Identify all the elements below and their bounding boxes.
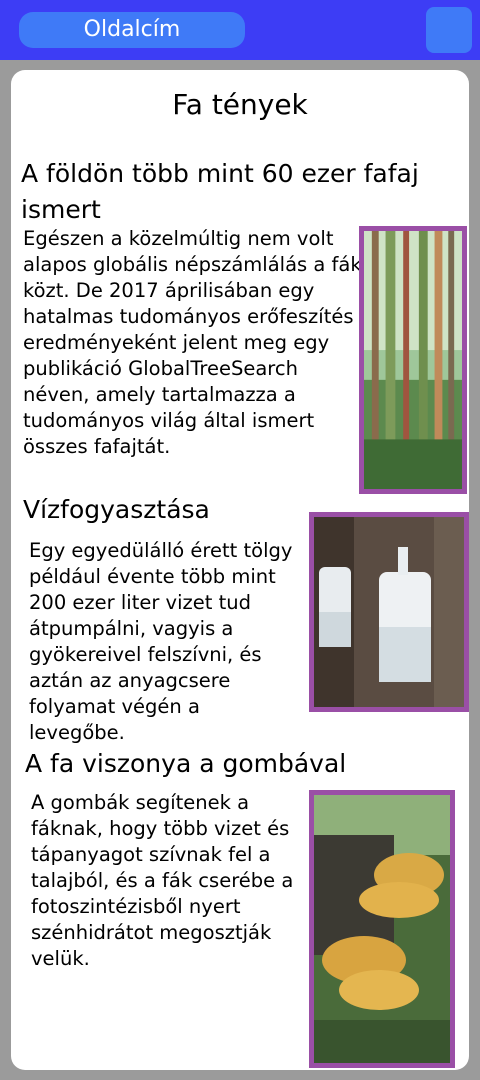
section-text-fungi: A gombák segítenek a fáknak, hogy több v…: [31, 791, 294, 970]
content-card: Fa tények A földön több mint 60 ezer faf…: [11, 70, 469, 1070]
page-title-pill[interactable]: Oldalcím: [19, 12, 245, 48]
section-text-species: Egészen a közelmúltig nem volt alapos gl…: [23, 227, 362, 458]
top-app-bar: Oldalcím: [0, 0, 480, 60]
sap-jugs-image: [309, 512, 469, 712]
section-heading-water: Vízfogyasztása: [23, 495, 210, 524]
menu-icon[interactable]: [426, 7, 472, 53]
tree-trunks-image: [359, 226, 467, 494]
section-heading-species: A földön több mint 60 ezer fafaj ismert: [21, 159, 419, 224]
section-heading-fungi: A fa viszonya a gombával: [25, 749, 347, 778]
mushrooms-image: [309, 790, 455, 1068]
page-title: Fa tények: [172, 88, 308, 121]
section-text-water: Egy egyedülálló érett tölgy például éven…: [29, 539, 293, 744]
